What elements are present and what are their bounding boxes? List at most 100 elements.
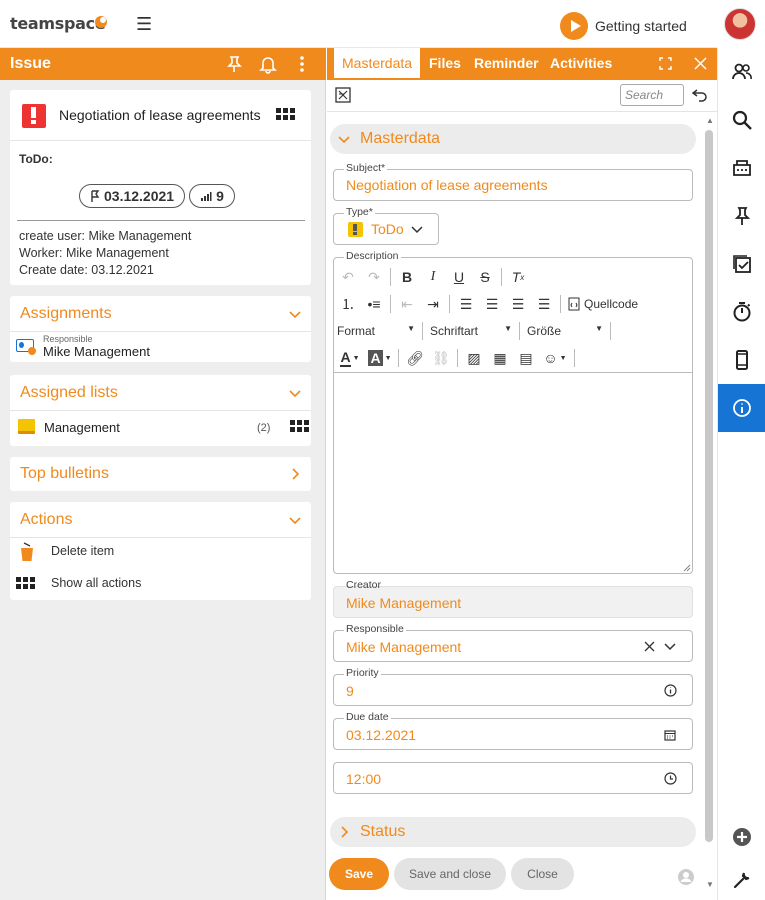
apps-grid-icon[interactable]	[290, 420, 309, 432]
font-select[interactable]: Schriftart ▼	[426, 324, 516, 338]
task-checklist-icon	[733, 255, 751, 273]
align-center-icon[interactable]: ☰	[479, 293, 505, 315]
strikethrough-icon[interactable]: S	[472, 266, 498, 288]
save-and-close-button[interactable]: Save and close	[394, 858, 506, 890]
clear-icon[interactable]	[644, 641, 655, 652]
more-vertical-icon[interactable]	[292, 54, 312, 74]
close-icon[interactable]	[694, 57, 707, 70]
rail-pins[interactable]	[718, 192, 765, 240]
due-date-label: Due date	[344, 711, 391, 723]
type-label: Type*	[344, 206, 375, 218]
undo-icon[interactable]	[692, 88, 708, 102]
getting-started-button[interactable]: Getting started	[560, 12, 687, 40]
tab-files[interactable]: Files	[421, 48, 469, 80]
clear-format-icon[interactable]: Tx	[505, 266, 531, 288]
chevron-down-icon	[338, 136, 350, 144]
rail-tasks[interactable]	[718, 240, 765, 288]
emoji-icon[interactable]: ☺ ▼	[539, 347, 571, 369]
unlink-icon[interactable]: ⛓︎	[428, 347, 454, 369]
search-input[interactable]: Search	[620, 84, 684, 106]
right-rail	[717, 48, 765, 900]
outdent-icon[interactable]: ⇤	[394, 293, 420, 315]
rte-toolbar-row-4: A ▼ A ▼ 🔗︎ ⛓︎ ▨ ▦ ▤ ☺ ▼	[335, 346, 578, 370]
info-icon[interactable]	[664, 684, 677, 697]
indent-icon[interactable]: ⇥	[420, 293, 446, 315]
format-select[interactable]: Format ▼	[335, 324, 419, 338]
table-icon[interactable]: ▦	[487, 347, 513, 369]
bold-icon[interactable]: B	[394, 266, 420, 288]
clock-icon[interactable]	[664, 772, 677, 785]
size-select[interactable]: Größe ▼	[523, 324, 607, 338]
rail-tools[interactable]	[718, 856, 765, 900]
description-textarea[interactable]	[336, 374, 690, 572]
align-justify-icon[interactable]: ☰	[531, 293, 557, 315]
export-icon[interactable]	[335, 87, 351, 103]
show-all-actions[interactable]: Show all actions	[10, 572, 311, 598]
document-icon[interactable]: ▤	[513, 347, 539, 369]
apps-grid-icon[interactable]	[276, 108, 295, 120]
due-date-field[interactable]: Due date 03.12.2021	[333, 711, 693, 750]
assignments-header[interactable]: Assignments	[10, 296, 311, 332]
rail-info[interactable]	[718, 384, 765, 432]
italic-icon[interactable]: I	[420, 266, 446, 288]
create-user-text: create user: Mike Management	[19, 229, 192, 243]
align-right-icon[interactable]: ☰	[505, 293, 531, 315]
responsible-select[interactable]: Responsible Mike Management	[333, 623, 693, 662]
priority-field[interactable]: Priority 9	[333, 667, 693, 706]
user-avatar[interactable]	[724, 8, 756, 40]
type-select[interactable]: Type* ToDo	[333, 206, 439, 245]
rail-inbox[interactable]	[718, 144, 765, 192]
background-color-icon[interactable]: A ▼	[365, 347, 395, 369]
rail-mobile[interactable]	[718, 336, 765, 384]
info-icon	[733, 399, 751, 417]
redo-edit-icon[interactable]: ↷	[361, 266, 387, 288]
delete-item-action[interactable]: Delete item	[10, 540, 311, 566]
rail-search[interactable]	[718, 96, 765, 144]
tab-masterdata[interactable]: Masterdata	[334, 48, 421, 80]
tab-activities[interactable]: Activities	[542, 48, 620, 80]
numbered-list-icon[interactable]: ⒈	[335, 293, 361, 315]
status-section-header[interactable]: Status	[330, 817, 696, 847]
top-bulletins-header[interactable]: Top bulletins	[10, 457, 311, 491]
chevron-down-icon[interactable]	[664, 642, 676, 652]
bullet-list-icon[interactable]: •≡	[361, 293, 387, 315]
assigned-list-item[interactable]: Management	[44, 420, 120, 435]
resize-handle-icon[interactable]	[683, 564, 691, 572]
calendar-icon[interactable]	[664, 729, 676, 741]
pin-icon[interactable]	[224, 54, 244, 74]
subject-field[interactable]: Subject* Negotiation of lease agreements	[333, 162, 693, 201]
source-code-button[interactable]: Quellcode	[568, 297, 638, 311]
fullscreen-icon[interactable]	[659, 57, 672, 70]
link-icon[interactable]: 🔗︎	[402, 347, 428, 369]
user-circle-icon[interactable]	[677, 868, 695, 886]
top-bulletins-panel[interactable]: Top bulletins	[10, 457, 311, 491]
image-icon[interactable]: ▨	[461, 347, 487, 369]
assigned-lists-header[interactable]: Assigned lists	[10, 375, 311, 411]
close-button[interactable]: Close	[511, 858, 574, 890]
underline-icon[interactable]: U	[446, 266, 472, 288]
chevron-down-icon	[289, 310, 301, 318]
creator-label: Creator	[346, 579, 382, 591]
due-time-field[interactable]: 12:00	[333, 762, 693, 794]
masterdata-section-header[interactable]: Masterdata	[330, 124, 696, 154]
tab-reminder[interactable]: Reminder	[466, 48, 547, 80]
rail-timer[interactable]	[718, 288, 765, 336]
app-logo[interactable]: teamspace	[10, 14, 106, 33]
plus-circle-icon	[733, 828, 751, 846]
rail-add[interactable]	[718, 813, 765, 861]
align-left-icon[interactable]: ☰	[453, 293, 479, 315]
assignment-name[interactable]: Mike Management	[43, 344, 150, 359]
status-label: ToDo:	[19, 152, 53, 166]
wrench-icon	[733, 872, 750, 889]
creator-field: Creator Mike Management	[333, 579, 693, 618]
create-date-text: Create date: 03.12.2021	[19, 263, 154, 277]
assignment-role: Responsible	[43, 334, 93, 344]
actions-header[interactable]: Actions	[10, 502, 311, 538]
text-color-icon[interactable]: A ▼	[335, 347, 365, 369]
save-button[interactable]: Save	[329, 858, 389, 890]
undo-edit-icon[interactable]: ↶	[335, 266, 361, 288]
form-scrollbar[interactable]: ▲ ▼	[704, 116, 714, 896]
bell-icon[interactable]	[258, 54, 278, 74]
menu-icon[interactable]: ☰	[136, 14, 152, 35]
rail-contacts[interactable]	[718, 48, 765, 96]
